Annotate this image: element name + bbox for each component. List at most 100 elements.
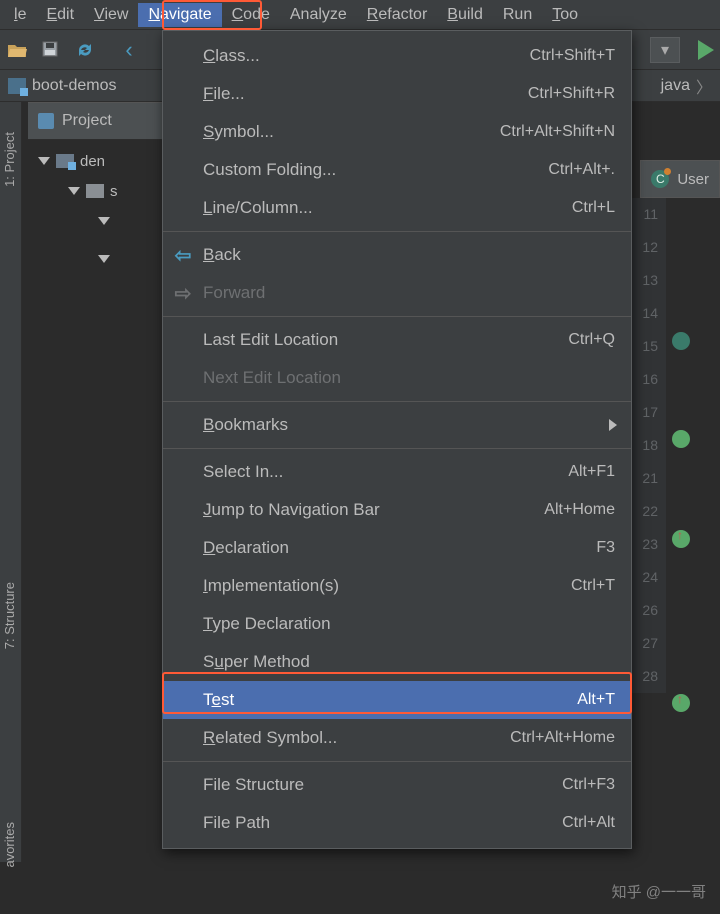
- menu-shortcut: Ctrl+Shift+T: [530, 47, 615, 65]
- menu-separator: [163, 761, 631, 762]
- chevron-down-icon: [98, 217, 110, 225]
- menu-shortcut: Ctrl+Alt+Shift+N: [500, 123, 615, 141]
- menu-analyze[interactable]: Analyze: [280, 3, 357, 27]
- menu-refactor[interactable]: Refactor: [357, 3, 437, 27]
- folder-icon: [56, 154, 74, 168]
- folder-icon: [86, 184, 104, 198]
- menu-item-last-edit-location[interactable]: Last Edit Location Ctrl+Q: [163, 321, 631, 359]
- editor-file-tab[interactable]: C User: [640, 160, 720, 198]
- menu-item-label: Type Declaration: [203, 614, 331, 634]
- menu-shortcut: Ctrl+Alt: [562, 814, 615, 832]
- menu-file[interactable]: le: [4, 3, 36, 27]
- menu-item-custom-folding[interactable]: Custom Folding... Ctrl+Alt+.: [163, 151, 631, 189]
- sync-icon[interactable]: [74, 39, 96, 61]
- submenu-arrow-icon: [609, 419, 617, 431]
- menu-item-class[interactable]: Class... Ctrl+Shift+T: [163, 37, 631, 75]
- save-all-icon[interactable]: [40, 39, 62, 61]
- menu-item-bookmarks[interactable]: Bookmarks: [163, 406, 631, 444]
- forward-icon: ⇨: [173, 281, 193, 306]
- sidebar-tab-structure[interactable]: 7: Structure: [2, 582, 17, 649]
- menu-item-file-path[interactable]: File Path Ctrl+Alt: [163, 804, 631, 842]
- menu-item-test[interactable]: TestAlt+T: [163, 681, 631, 719]
- chevron-down-icon: [68, 187, 80, 195]
- menu-item-file-structure[interactable]: File Structure Ctrl+F3: [163, 766, 631, 804]
- menu-item-label: Related Symbol...: [203, 728, 337, 748]
- menu-shortcut: Ctrl+T: [571, 577, 615, 595]
- project-tab[interactable]: Project: [28, 102, 163, 140]
- menu-item-label: Custom Folding...: [203, 160, 336, 180]
- class-icon: C: [651, 170, 669, 188]
- breadcrumb-project[interactable]: boot-demos: [32, 77, 117, 95]
- menu-shortcut: Ctrl+Shift+R: [528, 85, 615, 103]
- gutter-nav-icon[interactable]: [672, 332, 690, 350]
- menu-item-back[interactable]: ⇦ Back: [163, 236, 631, 274]
- menu-build[interactable]: Build: [437, 3, 493, 27]
- run-icon[interactable]: [698, 40, 714, 60]
- menu-shortcut: Ctrl+L: [572, 199, 615, 217]
- menu-item-label: File Path: [203, 813, 270, 833]
- menu-item-label: Jump to Navigation Bar: [203, 500, 380, 520]
- menu-item-label: Forward: [203, 283, 265, 303]
- menu-view[interactable]: View: [84, 3, 138, 27]
- menu-shortcut: Ctrl+Alt+.: [548, 161, 615, 179]
- menu-item-label: Next Edit Location: [203, 368, 341, 388]
- menu-tools[interactable]: Too: [542, 3, 588, 27]
- menu-item-label: File Structure: [203, 775, 304, 795]
- menu-item-next-edit-location: Next Edit Location: [163, 359, 631, 397]
- menu-shortcut: Ctrl+Q: [568, 331, 615, 349]
- menu-item-jump-to-navigation-bar[interactable]: Jump to Navigation Bar Alt+Home: [163, 491, 631, 529]
- menu-shortcut: Ctrl+F3: [562, 776, 615, 794]
- menu-item-label: File...: [203, 84, 245, 104]
- open-icon[interactable]: [6, 39, 28, 61]
- sidebar-tab-favorites[interactable]: avorites: [2, 822, 17, 868]
- menu-item-select-in[interactable]: Select In...Alt+F1: [163, 453, 631, 491]
- menu-shortcut: Alt+Home: [544, 501, 615, 519]
- back-icon: ⇦: [173, 243, 193, 268]
- menu-shortcut: Ctrl+Alt+Home: [510, 729, 615, 747]
- menu-item-forward: ⇨ Forward: [163, 274, 631, 312]
- chevron-down-icon: [98, 255, 110, 263]
- menu-navigate[interactable]: Navigate: [138, 3, 221, 27]
- breadcrumb-tail[interactable]: java: [661, 77, 690, 95]
- menu-item-related-symbol[interactable]: Related Symbol... Ctrl+Alt+Home: [163, 719, 631, 757]
- navigate-menu-dropdown: Class... Ctrl+Shift+T File... Ctrl+Shift+R S…: [162, 30, 632, 849]
- menu-item-label: Back: [203, 245, 241, 265]
- back-icon[interactable]: ‹: [118, 39, 140, 61]
- run-config-dropdown[interactable]: ▾: [650, 37, 680, 63]
- module-icon: [8, 78, 26, 94]
- menu-separator: [163, 448, 631, 449]
- menu-item-label: Last Edit Location: [203, 330, 338, 350]
- menu-item-line-column[interactable]: Line/Column... Ctrl+L: [163, 189, 631, 227]
- watermark: 知乎 @一一哥: [612, 881, 706, 902]
- menu-item-label: Test: [203, 690, 234, 710]
- menu-shortcut: Alt+F1: [568, 463, 615, 481]
- menu-edit[interactable]: Edit: [36, 3, 84, 27]
- menu-item-super-method[interactable]: Super Method: [163, 643, 631, 681]
- gutter-override-icon[interactable]: [672, 430, 690, 448]
- project-icon: [38, 113, 54, 129]
- menu-shortcut: F3: [596, 539, 615, 557]
- menu-code[interactable]: Code: [222, 3, 280, 27]
- menu-separator: [163, 316, 631, 317]
- menu-item-label: Class...: [203, 46, 260, 66]
- menu-run[interactable]: Run: [493, 3, 542, 27]
- menu-item-label: Implementation(s): [203, 576, 339, 596]
- menu-item-type-declaration[interactable]: Type Declaration: [163, 605, 631, 643]
- menu-item-symbol[interactable]: Symbol... Ctrl+Alt+Shift+N: [163, 113, 631, 151]
- menu-item-label: Symbol...: [203, 122, 274, 142]
- gutter-impl-icon[interactable]: ↑: [672, 530, 690, 548]
- menu-item-label: Declaration: [203, 538, 289, 558]
- menu-item-implementation-s[interactable]: Implementation(s) Ctrl+T: [163, 567, 631, 605]
- menu-item-file[interactable]: File... Ctrl+Shift+R: [163, 75, 631, 113]
- project-tab-label: Project: [62, 112, 112, 130]
- menubar: le Edit View Navigate Code Analyze Refac…: [0, 0, 720, 30]
- chevron-right-icon: 〉: [696, 74, 712, 98]
- file-tab-label: User: [677, 171, 709, 188]
- menu-separator: [163, 231, 631, 232]
- menu-item-label: Super Method: [203, 652, 310, 672]
- menu-item-declaration[interactable]: Declaration F3: [163, 529, 631, 567]
- gutter-impl-icon[interactable]: ↑: [672, 694, 690, 712]
- menu-separator: [163, 401, 631, 402]
- chevron-down-icon: [38, 157, 50, 165]
- menu-item-label: Line/Column...: [203, 198, 313, 218]
